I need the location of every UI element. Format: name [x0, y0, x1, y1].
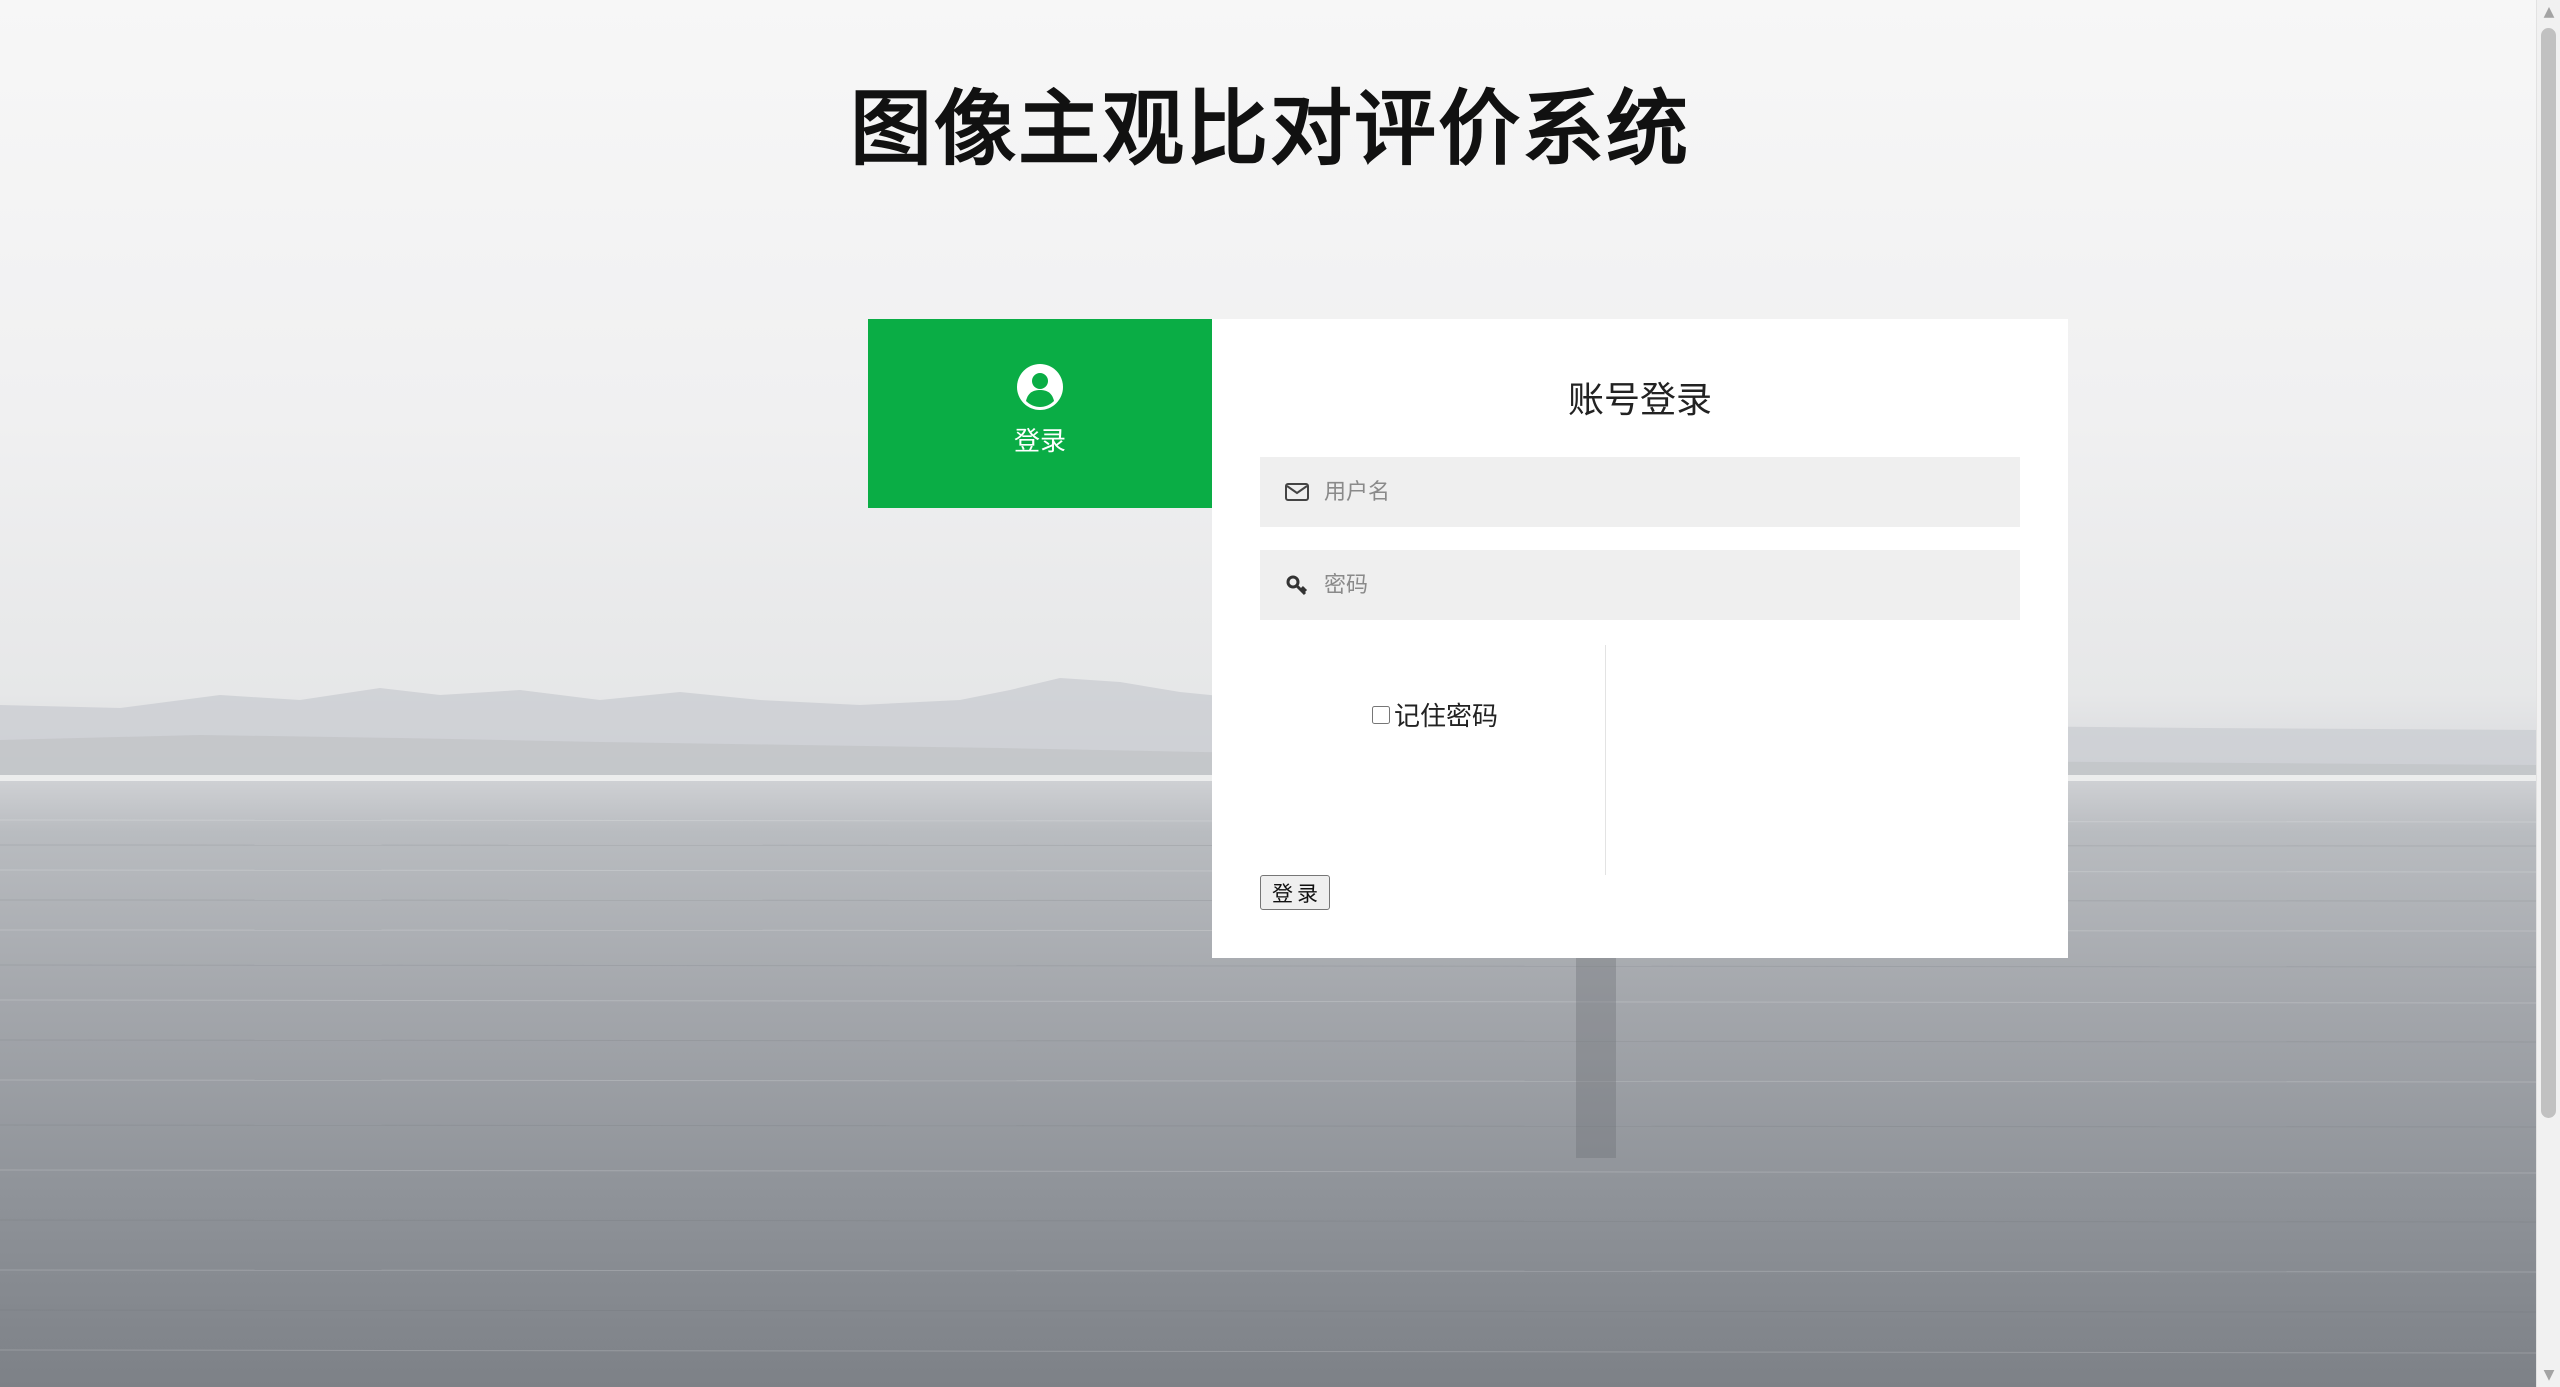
login-button[interactable]: 登录: [1260, 875, 1330, 910]
page-scrollbar[interactable]: ▲ ▼: [2536, 0, 2560, 1387]
page-title: 图像主观比对评价系统: [850, 82, 1691, 177]
scroll-up-arrow-icon[interactable]: ▲: [2537, 0, 2560, 24]
username-input[interactable]: [1324, 457, 2020, 527]
username-field[interactable]: [1260, 457, 2020, 527]
remember-password-checkbox[interactable]: [1372, 705, 1390, 724]
key-icon: [1284, 572, 1310, 598]
remember-password[interactable]: 记住密码: [1372, 696, 1498, 733]
vertical-divider: [1605, 645, 1606, 875]
envelope-icon: [1284, 479, 1310, 505]
remember-password-label: 记住密码: [1394, 702, 1499, 732]
scroll-down-arrow-icon[interactable]: ▼: [2537, 1363, 2560, 1387]
tab-login[interactable]: 登录: [868, 319, 1212, 508]
login-card-heading: 账号登录: [1567, 380, 1712, 421]
password-input[interactable]: [1324, 550, 2020, 620]
password-field[interactable]: [1260, 550, 2020, 620]
login-card: 账号登录 记住密码 登录: [1212, 319, 2068, 958]
scrollbar-thumb[interactable]: [2541, 28, 2556, 1118]
tab-login-label: 登录: [1013, 427, 1066, 457]
user-circle-icon: [1017, 364, 1063, 410]
